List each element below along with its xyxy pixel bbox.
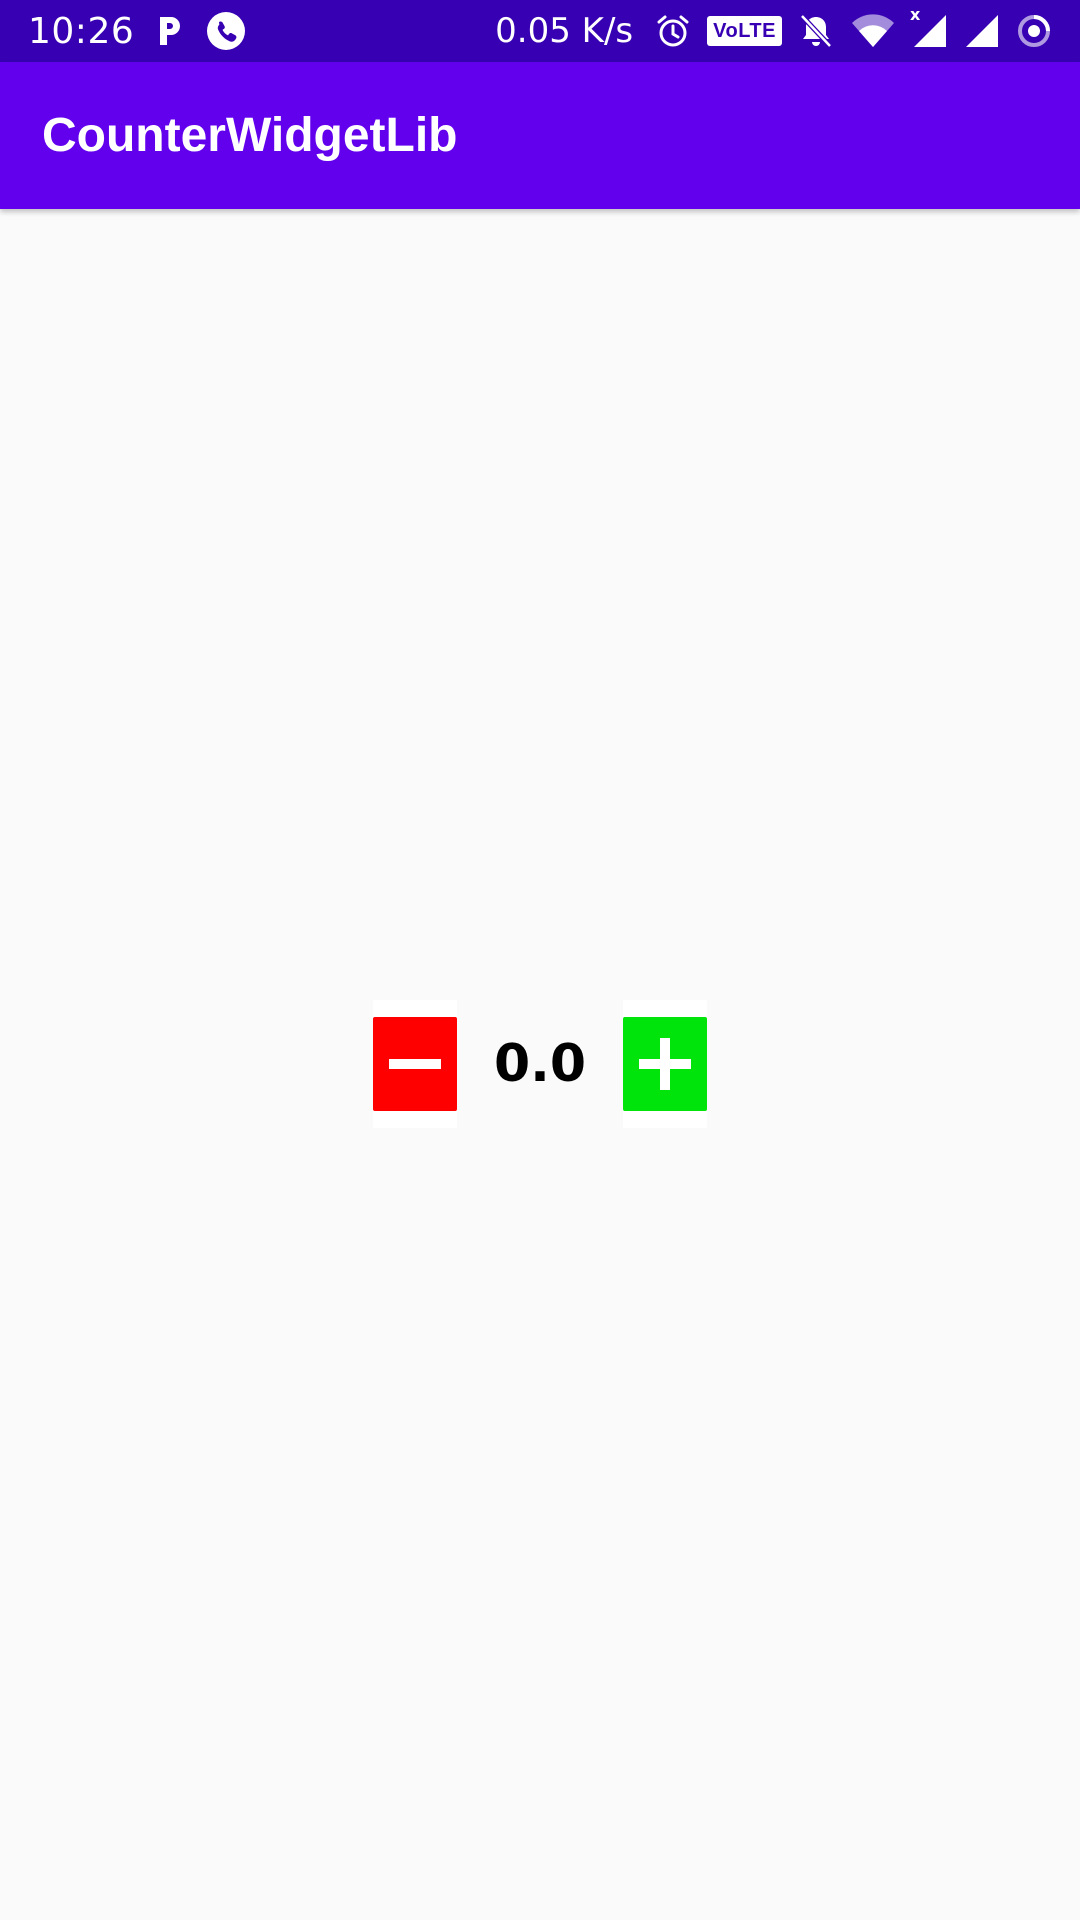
increment-button[interactable] bbox=[623, 1000, 707, 1128]
alarm-icon bbox=[655, 13, 691, 49]
decrement-button[interactable] bbox=[373, 1000, 457, 1128]
wifi-icon bbox=[850, 13, 896, 49]
signal-icon bbox=[964, 13, 1000, 49]
network-speed: 0.05 K/s bbox=[495, 11, 634, 51]
parking-icon bbox=[156, 14, 184, 48]
signal-icon: x bbox=[910, 5, 948, 49]
status-bar-left: 10:26 bbox=[28, 11, 246, 52]
app-bar: CounterWidgetLib bbox=[0, 62, 1080, 209]
signal-extra-label: x bbox=[910, 5, 921, 24]
clock: 10:26 bbox=[28, 10, 135, 52]
phone-call-icon bbox=[206, 11, 246, 51]
data-saver-icon bbox=[1016, 13, 1052, 49]
decrement-button-face bbox=[373, 1017, 457, 1111]
plus-icon bbox=[639, 1038, 691, 1090]
volte-icon: VoLTE bbox=[707, 16, 782, 46]
counter-value: 0.0 bbox=[493, 1034, 587, 1094]
status-bar-right: 0.05 K/s VoLTE x bbox=[495, 5, 1052, 51]
bell-off-icon bbox=[798, 12, 834, 50]
counter-widget: 0.0 bbox=[373, 1000, 707, 1128]
status-bar: 10:26 0.05 K/s VoLTE x bbox=[0, 0, 1080, 62]
minus-icon bbox=[389, 1059, 441, 1069]
increment-button-face bbox=[623, 1017, 707, 1111]
app-title: CounterWidgetLib bbox=[42, 109, 458, 162]
